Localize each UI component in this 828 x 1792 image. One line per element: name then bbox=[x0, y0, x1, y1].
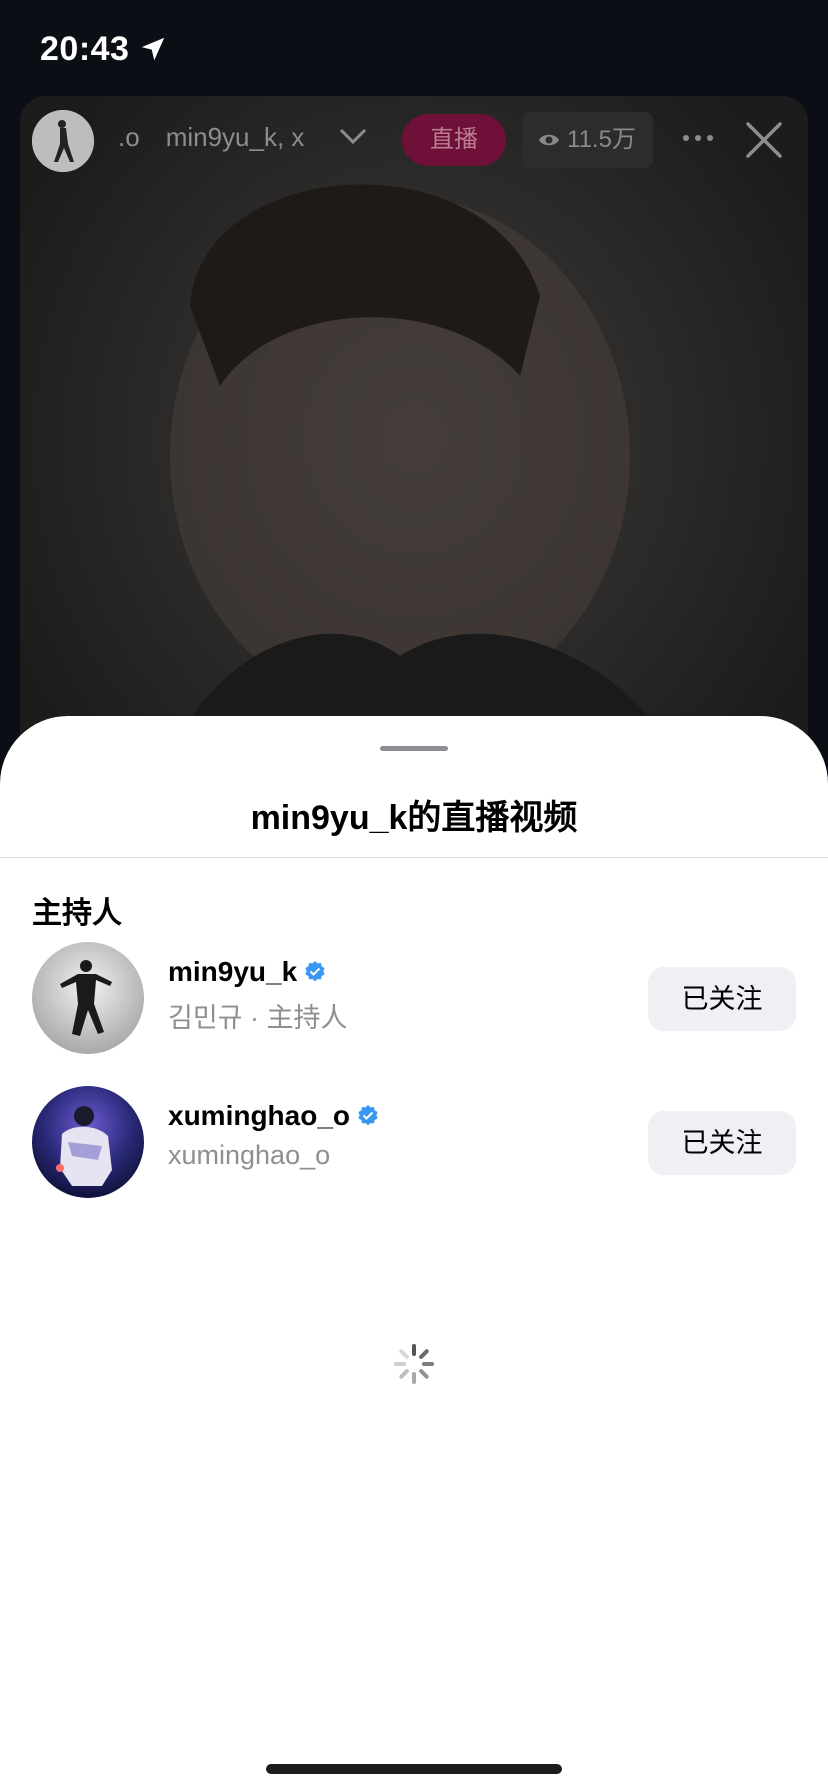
host-names-list: min9yu_k, x bbox=[165, 122, 305, 152]
following-button[interactable]: 已关注 bbox=[648, 967, 796, 1031]
location-arrow-icon bbox=[141, 37, 165, 61]
live-header: .o min9yu_k, x 直播 11.5万 bbox=[20, 96, 808, 186]
status-indicators bbox=[638, 36, 798, 62]
dancer-silhouette-icon bbox=[32, 110, 94, 172]
home-indicator[interactable] bbox=[266, 1764, 562, 1774]
more-options-icon[interactable] bbox=[678, 118, 718, 158]
host-names-prefix: .o bbox=[118, 122, 140, 152]
verified-badge-icon bbox=[305, 961, 325, 982]
avatar[interactable] bbox=[32, 1086, 144, 1198]
dancer-photo-icon bbox=[32, 942, 144, 1054]
chevron-down-icon[interactable] bbox=[338, 126, 368, 146]
host-username[interactable]: xuminghao_o bbox=[168, 1100, 380, 1132]
sheet-title: min9yu_k的直播视频 bbox=[250, 799, 578, 837]
live-badge: 直播 bbox=[402, 114, 506, 166]
host-username[interactable]: min9yu_k bbox=[168, 956, 327, 988]
section-label-hosts: 主持人 bbox=[32, 897, 122, 930]
performer-photo-icon bbox=[32, 1086, 144, 1198]
host-username-text: xuminghao_o bbox=[168, 1100, 351, 1131]
hosts-sheet: min9yu_k的直播视频 主持人 min9yu_k 김민규 · 主持人 已关注… bbox=[0, 716, 828, 1792]
sheet-grabber[interactable] bbox=[380, 746, 448, 751]
host-row[interactable]: min9yu_k 김민규 · 主持人 已关注 bbox=[0, 942, 828, 1056]
host-subtitle: 김민규 · 主持人 bbox=[168, 1003, 348, 1033]
status-bar: 20:43 bbox=[0, 0, 828, 96]
host-avatar-small[interactable] bbox=[32, 110, 94, 172]
avatar[interactable] bbox=[32, 942, 144, 1054]
viewer-count-pill[interactable]: 11.5万 bbox=[523, 112, 653, 168]
host-names[interactable]: .o min9yu_k, x bbox=[118, 122, 304, 153]
status-time: 20:43 bbox=[40, 30, 130, 68]
sheet-divider bbox=[0, 857, 828, 858]
host-row[interactable]: xuminghao_o xuminghao_o 已关注 bbox=[0, 1086, 828, 1200]
host-username-text: min9yu_k bbox=[168, 956, 298, 987]
eye-icon bbox=[539, 134, 559, 146]
verified-badge-icon bbox=[358, 1105, 378, 1126]
following-button[interactable]: 已关注 bbox=[648, 1111, 796, 1175]
close-icon[interactable] bbox=[742, 118, 786, 162]
host-subtitle: xuminghao_o bbox=[168, 1140, 331, 1170]
loading-spinner-icon bbox=[394, 1344, 434, 1384]
viewer-count: 11.5万 bbox=[567, 126, 636, 153]
